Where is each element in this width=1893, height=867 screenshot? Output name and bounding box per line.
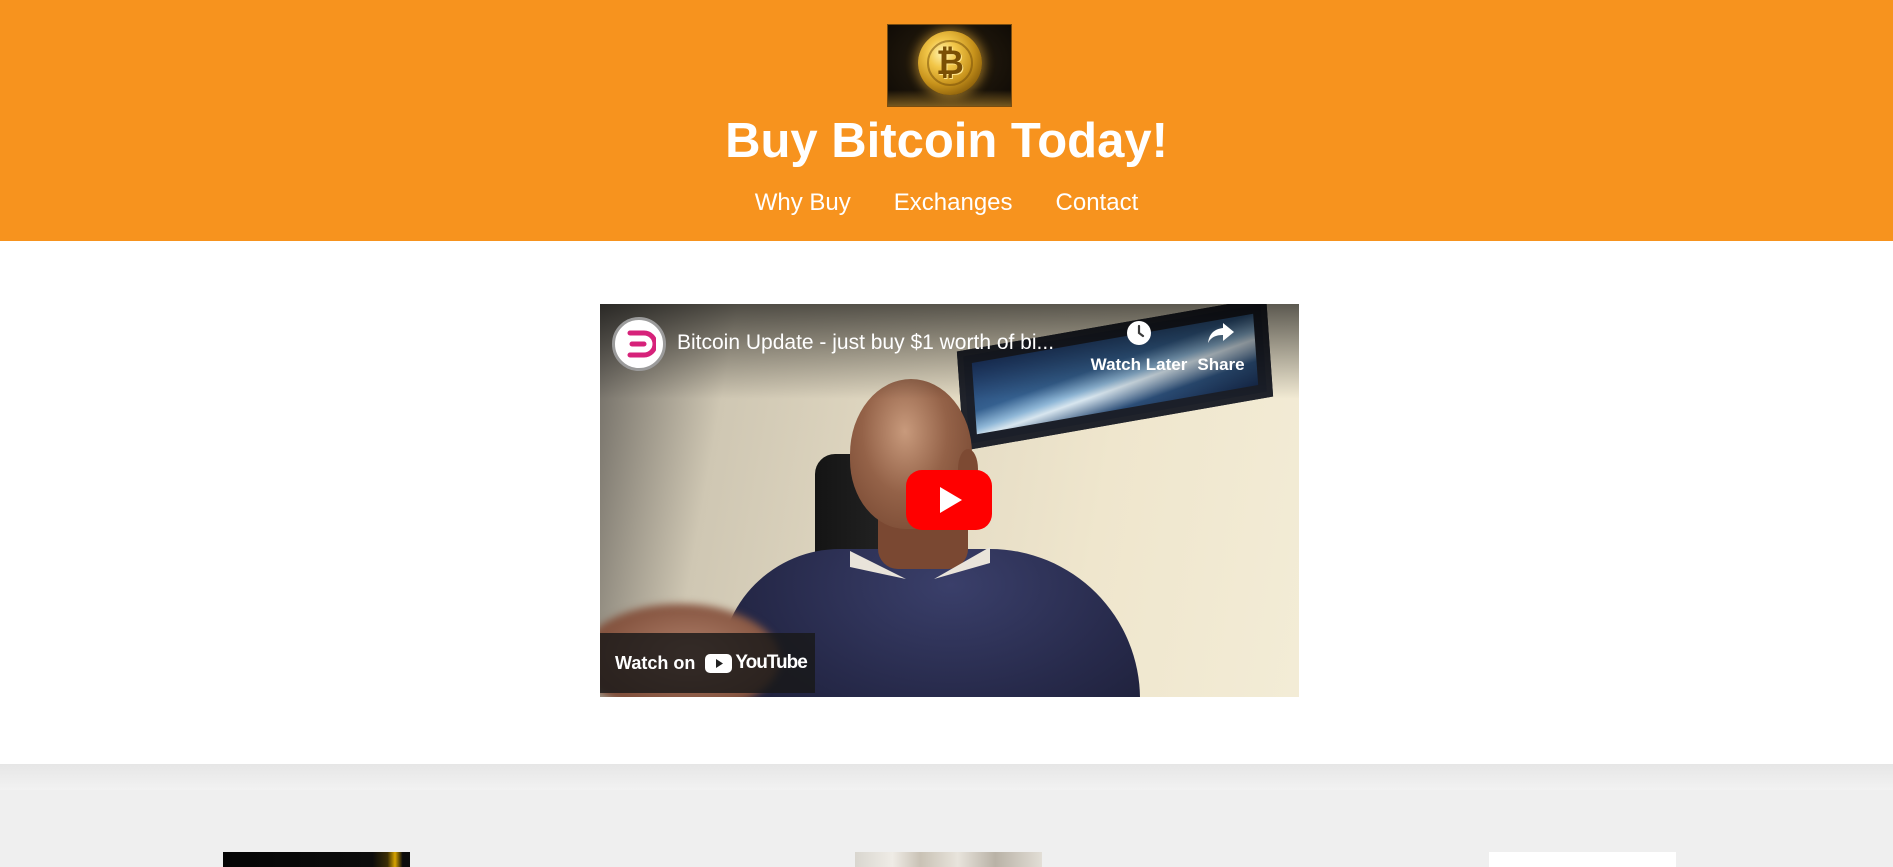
youtube-video-embed[interactable]: Bitcoin Update - just buy $1 worth of bi… xyxy=(600,304,1299,697)
nav-link-exchanges[interactable]: Exchanges xyxy=(894,186,1013,220)
watch-later-label: Watch Later xyxy=(1090,355,1188,374)
main-nav: Why Buy Exchanges Contact xyxy=(0,186,1893,220)
share-arrow-icon xyxy=(1206,318,1236,348)
site-title[interactable]: Buy Bitcoin Today! xyxy=(0,109,1893,173)
watch-later-button[interactable]: Watch Later xyxy=(1084,318,1194,376)
channel-logo-icon xyxy=(627,330,656,358)
nav-link-why-buy[interactable]: Why Buy xyxy=(755,186,851,220)
bitcoin-logo-image[interactable]: ₿ xyxy=(887,24,1012,107)
share-button[interactable]: Share xyxy=(1186,318,1256,376)
nav-link-contact[interactable]: Contact xyxy=(1056,186,1139,220)
watch-on-label: Watch on xyxy=(615,652,696,673)
bitcoin-coin-icon: ₿ xyxy=(918,31,982,95)
youtube-wordmark: YouTube xyxy=(735,652,807,673)
clock-icon xyxy=(1124,318,1154,348)
youtube-logo-icon xyxy=(705,653,733,673)
feature-image-1[interactable] xyxy=(223,852,410,867)
video-title-link[interactable]: Bitcoin Update - just buy $1 worth of bi… xyxy=(677,330,1087,356)
feature-image-2[interactable] xyxy=(855,852,1042,867)
feature-image-3[interactable] xyxy=(1489,852,1676,867)
section-divider xyxy=(0,764,1893,790)
site-header: ₿ Buy Bitcoin Today! Why Buy Exchanges C… xyxy=(0,0,1893,241)
youtube-logo: YouTube xyxy=(705,652,808,674)
bitcoin-symbol-icon: ₿ xyxy=(936,43,964,83)
share-label: Share xyxy=(1197,355,1245,374)
watch-on-youtube-button[interactable]: Watch on YouTube xyxy=(600,633,815,693)
channel-avatar[interactable] xyxy=(612,317,666,371)
play-icon xyxy=(906,470,992,530)
play-button[interactable] xyxy=(906,470,992,530)
